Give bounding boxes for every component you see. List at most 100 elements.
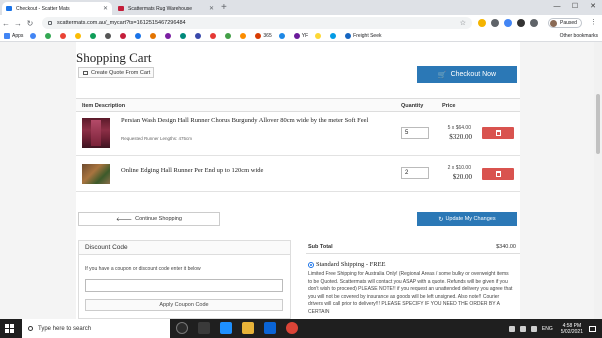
shipping-option[interactable]: Standard Shipping - FREE xyxy=(308,261,386,268)
column-quantity: Quantity xyxy=(401,103,424,109)
clock-time: 4:58 PM xyxy=(562,322,582,329)
product-name[interactable]: Persian Wash Design Hall Runner Chorus B… xyxy=(121,117,383,125)
trash-icon xyxy=(495,171,501,177)
bookmark-favicon[interactable] xyxy=(180,33,188,39)
reload-icon[interactable]: ↻ xyxy=(24,19,36,28)
tab-close-icon[interactable]: ✕ xyxy=(103,5,108,12)
chrome-icon[interactable] xyxy=(286,322,298,334)
outlook-icon[interactable] xyxy=(264,322,276,334)
cart-table-header: Item Description Quantity Price xyxy=(76,98,520,112)
bookmark-label: 365 xyxy=(263,33,272,39)
product-thumbnail[interactable] xyxy=(82,164,110,184)
extension-icon[interactable] xyxy=(504,19,512,27)
tab-title: Checkout - Scatter Mats xyxy=(16,5,70,12)
profile-button[interactable]: Paused xyxy=(548,18,582,28)
bookmark-favicon[interactable] xyxy=(210,33,218,39)
continue-shopping-button[interactable]: 🡐 Continue Shopping xyxy=(78,212,220,226)
extension-icons xyxy=(478,19,538,27)
extension-icon[interactable] xyxy=(478,19,486,27)
unit-price: 5 x $64.00 xyxy=(447,125,471,131)
bookmark-favicon[interactable] xyxy=(90,33,98,39)
product-name[interactable]: Online Edging Hall Runner Per End up to … xyxy=(121,167,383,175)
bookmark-favicon[interactable] xyxy=(330,33,338,39)
new-tab-icon[interactable]: + xyxy=(221,2,227,13)
bookmark-favicon[interactable] xyxy=(45,33,53,39)
notifications-icon[interactable] xyxy=(589,325,596,332)
subtotal-label: Sub Total xyxy=(308,244,333,250)
apply-coupon-button[interactable]: Apply Coupon Code xyxy=(85,299,283,311)
clock[interactable]: 4:58 PM 5/02/2021 xyxy=(561,323,583,335)
tray-chevron-icon[interactable] xyxy=(508,325,515,332)
extension-icon[interactable] xyxy=(491,19,499,27)
bookmark-star-icon[interactable]: ☆ xyxy=(460,19,466,27)
bookmark-freight-seek[interactable]: Freight Seek xyxy=(345,33,382,39)
file-explorer-icon[interactable] xyxy=(242,322,254,334)
search-icon xyxy=(28,326,33,331)
maximize-icon[interactable]: ☐ xyxy=(566,0,584,15)
task-view-icon[interactable] xyxy=(198,322,210,334)
bookmark-label: Freight Seek xyxy=(353,33,382,39)
bookmark-yf[interactable]: YF xyxy=(293,33,308,39)
create-quote-button[interactable]: Create Quote From Cart xyxy=(78,67,154,78)
taskbar-apps xyxy=(176,322,298,334)
remove-item-button[interactable] xyxy=(482,127,514,139)
column-price: Price xyxy=(442,103,456,109)
shipping-radio[interactable] xyxy=(308,261,314,268)
quantity-input[interactable]: 2 xyxy=(401,167,429,179)
media-icon[interactable] xyxy=(530,19,538,27)
table-row: Persian Wash Design Hall Runner Chorus B… xyxy=(76,112,520,156)
quantity-input[interactable]: 5 xyxy=(401,127,429,139)
address-bar[interactable]: scattermats.com.au/_mycart?ts=1612515467… xyxy=(42,17,472,29)
coupon-code-input[interactable] xyxy=(85,279,283,292)
bookmark-favicon[interactable] xyxy=(315,33,323,39)
tab-close-icon[interactable]: ✕ xyxy=(209,5,214,12)
volume-icon[interactable] xyxy=(530,325,537,332)
browser-menu-icon[interactable]: ⋮ xyxy=(590,18,597,26)
product-thumbnail[interactable] xyxy=(82,118,110,148)
bookmark-favicon[interactable] xyxy=(30,33,38,39)
cortana-icon[interactable] xyxy=(176,322,188,334)
remove-item-button[interactable] xyxy=(482,168,514,180)
close-window-icon[interactable]: ✕ xyxy=(584,0,602,15)
discount-panel: Discount Code If you have a coupon or di… xyxy=(78,240,291,319)
system-tray: ENG 4:58 PM 5/02/2021 xyxy=(508,319,596,338)
bookmark-favicon[interactable] xyxy=(135,33,143,39)
edge-icon[interactable] xyxy=(220,322,232,334)
bookmark-365[interactable]: 365 xyxy=(255,33,272,39)
update-changes-button[interactable]: ↻ Update My Changes xyxy=(417,212,517,226)
bookmark-favicon[interactable] xyxy=(150,33,158,39)
checkout-button[interactable]: 🛒 Checkout Now xyxy=(417,66,517,83)
unit-price: 2 x $10.00 xyxy=(447,165,471,171)
subtotal-row: Sub Total $340.00 xyxy=(306,240,520,254)
bookmark-favicon[interactable] xyxy=(165,33,173,39)
bookmark-favicon[interactable] xyxy=(120,33,128,39)
url-text: scattermats.com.au/_mycart?ts=1612515467… xyxy=(57,20,186,26)
table-row: Online Edging Hall Runner Per End up to … xyxy=(76,156,520,192)
back-arrow-icon: 🡐 xyxy=(116,216,133,223)
checkout-label: Checkout Now xyxy=(450,71,497,78)
bookmark-apps[interactable]: Apps xyxy=(4,33,23,39)
bookmark-favicon[interactable] xyxy=(225,33,233,39)
bookmark-favicon[interactable] xyxy=(240,33,248,39)
tab-title: Scattermats Rug Warehouse xyxy=(128,5,193,12)
taskbar-search[interactable]: Type here to search xyxy=(22,319,170,338)
bookmark-favicon[interactable] xyxy=(195,33,203,39)
extensions-puzzle-icon[interactable] xyxy=(517,19,525,27)
taskbar-search-placeholder: Type here to search xyxy=(38,325,92,332)
bookmark-favicon[interactable] xyxy=(278,33,287,39)
profile-status: Paused xyxy=(560,20,577,26)
back-icon[interactable]: ← xyxy=(0,19,12,28)
tab-rug-warehouse[interactable]: Scattermats Rug Warehouse ✕ xyxy=(114,2,218,15)
forward-icon[interactable]: → xyxy=(12,19,24,28)
language-indicator[interactable]: ENG xyxy=(542,326,553,332)
page-scrollbar[interactable] xyxy=(594,42,602,319)
windows-taskbar: Type here to search ENG 4:58 PM 5/02/202… xyxy=(0,319,602,338)
windows-start-icon[interactable] xyxy=(5,324,14,333)
bookmark-favicon[interactable] xyxy=(60,33,68,39)
bookmark-favicon[interactable] xyxy=(105,33,113,39)
tab-checkout[interactable]: Checkout - Scatter Mats ✕ xyxy=(2,2,112,15)
bookmark-favicon[interactable] xyxy=(75,33,83,39)
minimize-icon[interactable]: — xyxy=(548,0,566,15)
network-icon[interactable] xyxy=(519,325,526,332)
other-bookmarks[interactable]: Other bookmarks xyxy=(560,33,598,39)
